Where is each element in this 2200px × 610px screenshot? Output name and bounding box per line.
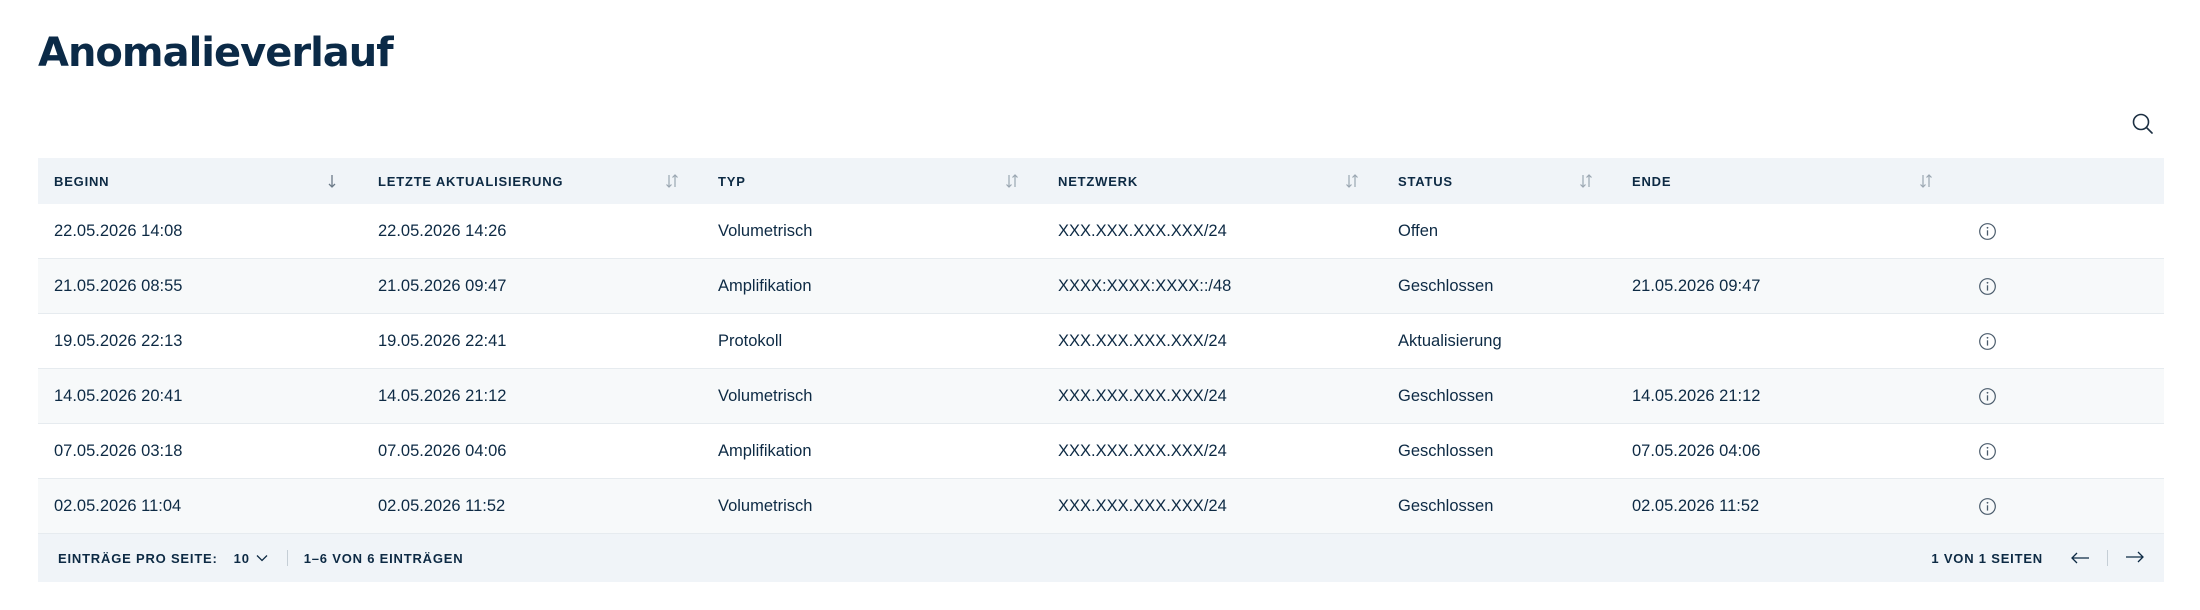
table-footer: Einträge pro Seite: 10 1–6 von 6 Einträg…	[38, 534, 2164, 582]
cell-netzwerk: XXXX:XXXX:XXXX::/48	[1058, 276, 1232, 295]
sort-arrows-icon[interactable]	[1578, 173, 1594, 189]
cell-typ: Amplifikation	[718, 276, 812, 295]
table-body: 22.05.2026 14:08 22.05.2026 14:26 Volume…	[38, 204, 2164, 534]
column-header-status: Status	[1382, 158, 1616, 204]
cell-ende: 21.05.2026 09:47	[1632, 276, 1761, 295]
column-header-actions	[1956, 158, 2164, 204]
cell-netzwerk: XXX.XXX.XXX.XXX/24	[1058, 331, 1227, 350]
next-page-button[interactable]	[2124, 550, 2146, 567]
table-row[interactable]: 07.05.2026 03:18 07.05.2026 04:06 Amplif…	[38, 424, 2164, 479]
cell-netzwerk: XXX.XXX.XXX.XXX/24	[1058, 386, 1227, 405]
table-row[interactable]: 19.05.2026 22:13 19.05.2026 22:41 Protok…	[38, 314, 2164, 369]
table-row[interactable]: 14.05.2026 20:41 14.05.2026 21:12 Volume…	[38, 369, 2164, 424]
cell-typ: Volumetrisch	[718, 496, 813, 515]
page-title: Anomalieverlauf	[38, 30, 394, 76]
cell-typ: Protokoll	[718, 331, 783, 350]
info-icon[interactable]	[1978, 497, 1997, 516]
pagination-nav: 1 von 1 Seiten	[1931, 534, 2164, 582]
cell-beginn: 14.05.2026 20:41	[54, 386, 183, 405]
cell-status: Geschlossen	[1398, 276, 1494, 295]
cell-status: Geschlossen	[1398, 441, 1494, 460]
cell-status: Geschlossen	[1398, 496, 1494, 515]
per-page-select[interactable]: 10	[234, 551, 269, 566]
info-icon[interactable]	[1978, 277, 1997, 296]
cell-letzte-aktualisierung: 21.05.2026 09:47	[378, 276, 507, 295]
column-header-ende: Ende	[1616, 158, 1956, 204]
cell-letzte-aktualisierung: 02.05.2026 11:52	[378, 496, 506, 515]
sort-arrows-icon[interactable]	[1004, 173, 1020, 189]
column-label: Beginn	[54, 173, 110, 189]
pagination-size: Einträge pro Seite: 10 1–6 von 6 Einträg…	[38, 550, 463, 566]
cell-status: Aktualisierung	[1398, 331, 1502, 350]
cell-typ: Volumetrisch	[718, 386, 813, 405]
search-button[interactable]	[2130, 111, 2156, 137]
cell-netzwerk: XXX.XXX.XXX.XXX/24	[1058, 496, 1227, 515]
info-icon[interactable]	[1978, 387, 1997, 406]
info-icon[interactable]	[1978, 332, 1997, 351]
cell-ende: 02.05.2026 11:52	[1632, 496, 1760, 515]
cell-netzwerk: XXX.XXX.XXX.XXX/24	[1058, 221, 1227, 240]
sort-arrows-icon[interactable]	[1918, 173, 1934, 189]
cell-status: Geschlossen	[1398, 386, 1494, 405]
cell-ende: 07.05.2026 04:06	[1632, 441, 1761, 460]
per-page-label: Einträge pro Seite:	[58, 550, 218, 566]
search-icon	[2132, 113, 2153, 134]
cell-typ: Amplifikation	[718, 441, 812, 460]
cell-letzte-aktualisierung: 19.05.2026 22:41	[378, 331, 507, 350]
chevron-down-icon	[256, 555, 268, 562]
column-label: Status	[1398, 173, 1453, 189]
cell-beginn: 21.05.2026 08:55	[54, 276, 183, 295]
cell-letzte-aktualisierung: 22.05.2026 14:26	[378, 221, 507, 240]
cell-letzte-aktualisierung: 07.05.2026 04:06	[378, 441, 507, 460]
divider	[286, 550, 288, 566]
sort-arrows-icon[interactable]	[664, 173, 680, 189]
table-row[interactable]: 22.05.2026 14:08 22.05.2026 14:26 Volume…	[38, 204, 2164, 259]
cell-ende: 14.05.2026 21:12	[1632, 386, 1761, 405]
arrow-right-icon[interactable]	[2124, 550, 2146, 564]
column-label: Typ	[718, 173, 746, 189]
column-header-beginn: Beginn	[38, 158, 362, 204]
column-label: Ende	[1632, 173, 1672, 189]
table-row[interactable]: 02.05.2026 11:04 02.05.2026 11:52 Volume…	[38, 479, 2164, 534]
pages-text: 1 von 1 Seiten	[1931, 550, 2043, 566]
column-header-typ: Typ	[702, 158, 1042, 204]
cell-netzwerk: XXX.XXX.XXX.XXX/24	[1058, 441, 1227, 460]
sort-arrows-icon[interactable]	[1344, 173, 1360, 189]
column-label: Netzwerk	[1058, 173, 1139, 189]
cell-beginn: 02.05.2026 11:04	[54, 496, 182, 515]
table-header: Beginn Letzte Aktualisierung Typ	[38, 158, 2164, 204]
cell-beginn: 22.05.2026 14:08	[54, 221, 183, 240]
range-text: 1–6 von 6 Einträgen	[303, 550, 464, 566]
cell-beginn: 19.05.2026 22:13	[54, 331, 183, 350]
arrow-down-icon[interactable]	[324, 173, 340, 189]
arrow-left-icon[interactable]	[2069, 551, 2091, 565]
per-page-value: 10	[233, 550, 250, 566]
table-row[interactable]: 21.05.2026 08:55 21.05.2026 09:47 Amplif…	[38, 259, 2164, 314]
cell-typ: Volumetrisch	[718, 221, 813, 240]
column-header-letzte-aktualisierung: Letzte Aktualisierung	[362, 158, 702, 204]
info-icon[interactable]	[1978, 442, 1997, 461]
column-header-netzwerk: Netzwerk	[1042, 158, 1382, 204]
cell-status: Offen	[1398, 221, 1439, 240]
cell-letzte-aktualisierung: 14.05.2026 21:12	[378, 386, 507, 405]
cell-beginn: 07.05.2026 03:18	[54, 441, 183, 460]
column-label: Letzte Aktualisierung	[378, 173, 564, 189]
anomaly-table: Beginn Letzte Aktualisierung Typ	[38, 158, 2164, 582]
info-icon[interactable]	[1978, 222, 1997, 241]
divider	[2107, 550, 2108, 566]
